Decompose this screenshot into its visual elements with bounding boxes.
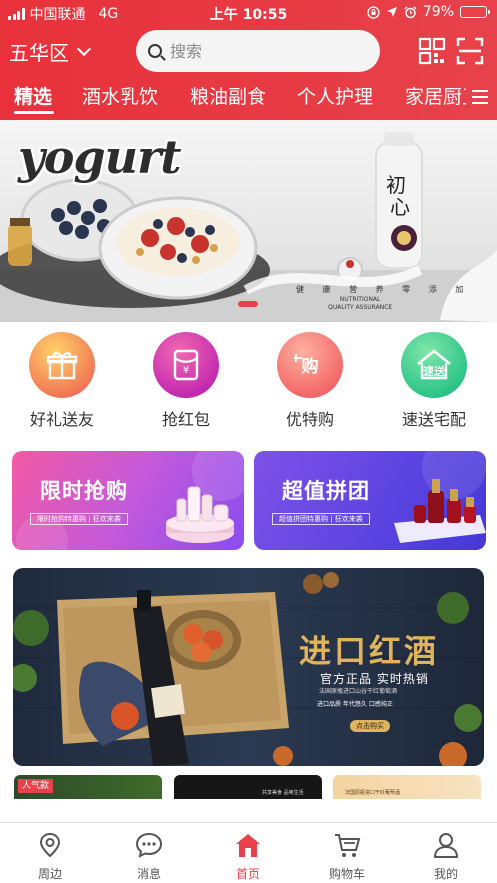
svg-text:速送: 速送 xyxy=(423,364,446,378)
product-card-popular[interactable]: 人气款 xyxy=(14,775,162,799)
tab-label: 周边 xyxy=(37,867,62,881)
wine-features: 进口品质 年代悠久 口感纯正 xyxy=(317,701,393,708)
hero-banner[interactable]: 初 心 yogurt 健 康 营 养 零 添 加 NUTRITIONAL QUA… xyxy=(0,120,497,322)
shop-icon: 购 xyxy=(277,332,343,398)
message-icon xyxy=(135,832,163,858)
popular-tag: 人气款 xyxy=(18,779,54,793)
search-input[interactable] xyxy=(170,41,350,61)
app-screen: 中国联通 4G 上午 10:55 79% 五华区 搜索 精选 酒水乳饮 粮油副食… xyxy=(0,0,497,883)
gift-icon xyxy=(29,332,95,398)
svg-text:心: 心 xyxy=(390,195,410,219)
search-bar[interactable] xyxy=(136,30,380,72)
banner-subline: NUTRITIONAL QUALITY ASSURANCE xyxy=(328,296,392,312)
tab-personal-care[interactable]: 个人护理 xyxy=(297,82,373,109)
cart-icon xyxy=(335,834,361,857)
wine-cta-button[interactable]: 点击购买 xyxy=(350,720,390,732)
house-delivery-icon: 速送 xyxy=(401,332,467,398)
quick-link-delivery[interactable]: 速送 速送宅配 xyxy=(384,330,484,430)
tab-label: 我的 xyxy=(433,867,458,881)
lock-rotation-icon xyxy=(367,5,380,19)
svg-text:购: 购 xyxy=(302,356,319,377)
home-icon xyxy=(236,834,260,857)
bottom-tab-bar: 周边 消息 首页 购物车 我的 xyxy=(0,822,497,883)
location-label: 五华区 xyxy=(9,41,69,65)
active-tab-indicator xyxy=(14,111,54,114)
banner-brand-text: yogurt xyxy=(18,130,182,184)
banner-subline-1: NUTRITIONAL xyxy=(339,296,381,303)
location-selector[interactable]: 五华区 xyxy=(9,37,92,66)
quick-link-red-envelope[interactable]: ¥ 抢红包 xyxy=(136,330,236,430)
category-tabs: 精选 酒水乳饮 粮油副食 个人护理 家居厨卫 xyxy=(0,78,497,120)
promo-title: 超值拼团 xyxy=(282,479,370,503)
banner-subline-2: QUALITY ASSURANCE xyxy=(328,304,393,311)
quick-link-label: 抢红包 xyxy=(161,410,210,429)
alarm-icon xyxy=(404,5,417,18)
scan-icon[interactable] xyxy=(456,37,484,65)
wine-small-text: 法国原瓶进口山谷干红葡萄酒 xyxy=(319,688,398,695)
product-card-text: 法国原瓶进口干红葡萄酒 xyxy=(345,790,401,796)
tab-profile[interactable]: 我的 xyxy=(406,831,486,882)
product-name-text: 初 xyxy=(386,173,406,197)
promo-subtitle: 超值拼团特惠购 | 狂欢来袭 xyxy=(272,513,370,525)
header: 中国联通 4G 上午 10:55 79% 五华区 搜索 精选 酒水乳饮 粮油副食… xyxy=(0,0,497,120)
status-bar: 中国联通 4G 上午 10:55 79% xyxy=(0,0,497,26)
location-pin-icon xyxy=(39,832,61,858)
product-card-wine[interactable]: 法国原瓶进口干红葡萄酒 xyxy=(333,775,481,799)
chevron-down-icon xyxy=(76,41,92,57)
carousel-indicator xyxy=(238,301,258,307)
user-icon xyxy=(433,833,459,858)
tab-messages[interactable]: 消息 xyxy=(109,831,189,882)
location-arrow-icon xyxy=(386,7,397,17)
quick-link-label: 优特购 xyxy=(285,410,334,429)
search-icon xyxy=(148,44,162,58)
wine-title: 进口红酒 xyxy=(299,632,440,670)
quick-links: 好礼送友 ¥ 抢红包 购 优特购 速送 速送宅配 xyxy=(0,330,497,440)
red-envelope-icon: ¥ xyxy=(153,332,219,398)
tab-nearby[interactable]: 周边 xyxy=(10,831,90,882)
quick-link-label: 好礼送友 xyxy=(29,410,94,429)
svg-text:¥: ¥ xyxy=(183,365,189,376)
promo-group-buy[interactable]: 超值拼团 超值拼团特惠购 | 狂欢来袭 xyxy=(254,451,486,550)
banner-tagline: 健 康 营 养 零 添 加 xyxy=(296,285,472,294)
tab-cart[interactable]: 购物车 xyxy=(307,831,387,882)
tab-home[interactable]: 首页 xyxy=(208,831,288,882)
quick-link-label: 速送宅配 xyxy=(401,410,466,429)
promo-flash-sale[interactable]: 限时抢购 限时抢购特惠购 | 狂欢来袭 xyxy=(12,451,244,550)
tab-label: 首页 xyxy=(235,867,260,881)
battery-percent: 79% xyxy=(422,4,454,20)
quick-link-special-buy[interactable]: 购 优特购 xyxy=(260,330,360,430)
product-card-text: 共享美食 品味生活 xyxy=(262,790,304,796)
product-card-dark[interactable]: 共享美食 品味生活 xyxy=(174,775,322,799)
tab-grain-oil[interactable]: 粮油副食 xyxy=(190,82,266,109)
tab-drinks-dairy[interactable]: 酒水乳饮 xyxy=(82,82,158,109)
promo-subtitle: 限时抢购特惠购 | 狂欢来袭 xyxy=(30,513,128,525)
top-bar: 五华区 xyxy=(0,30,497,72)
tab-featured[interactable]: 精选 xyxy=(14,82,52,109)
quick-link-gift[interactable]: 好礼送友 xyxy=(12,330,112,430)
wine-banner[interactable]: 进口红酒 官方正品 实时热销 法国原瓶进口山谷干红葡萄酒 进口品质 年代悠久 口… xyxy=(13,568,484,766)
tab-label: 消息 xyxy=(136,867,161,881)
qr-code-icon[interactable] xyxy=(418,37,446,65)
category-menu-icon[interactable] xyxy=(466,86,496,112)
wine-subtitle: 官方正品 实时热销 xyxy=(320,672,429,686)
status-right: 79% xyxy=(367,4,490,20)
battery-icon xyxy=(460,6,490,18)
tab-label: 购物车 xyxy=(328,867,365,881)
promo-title: 限时抢购 xyxy=(40,479,128,503)
